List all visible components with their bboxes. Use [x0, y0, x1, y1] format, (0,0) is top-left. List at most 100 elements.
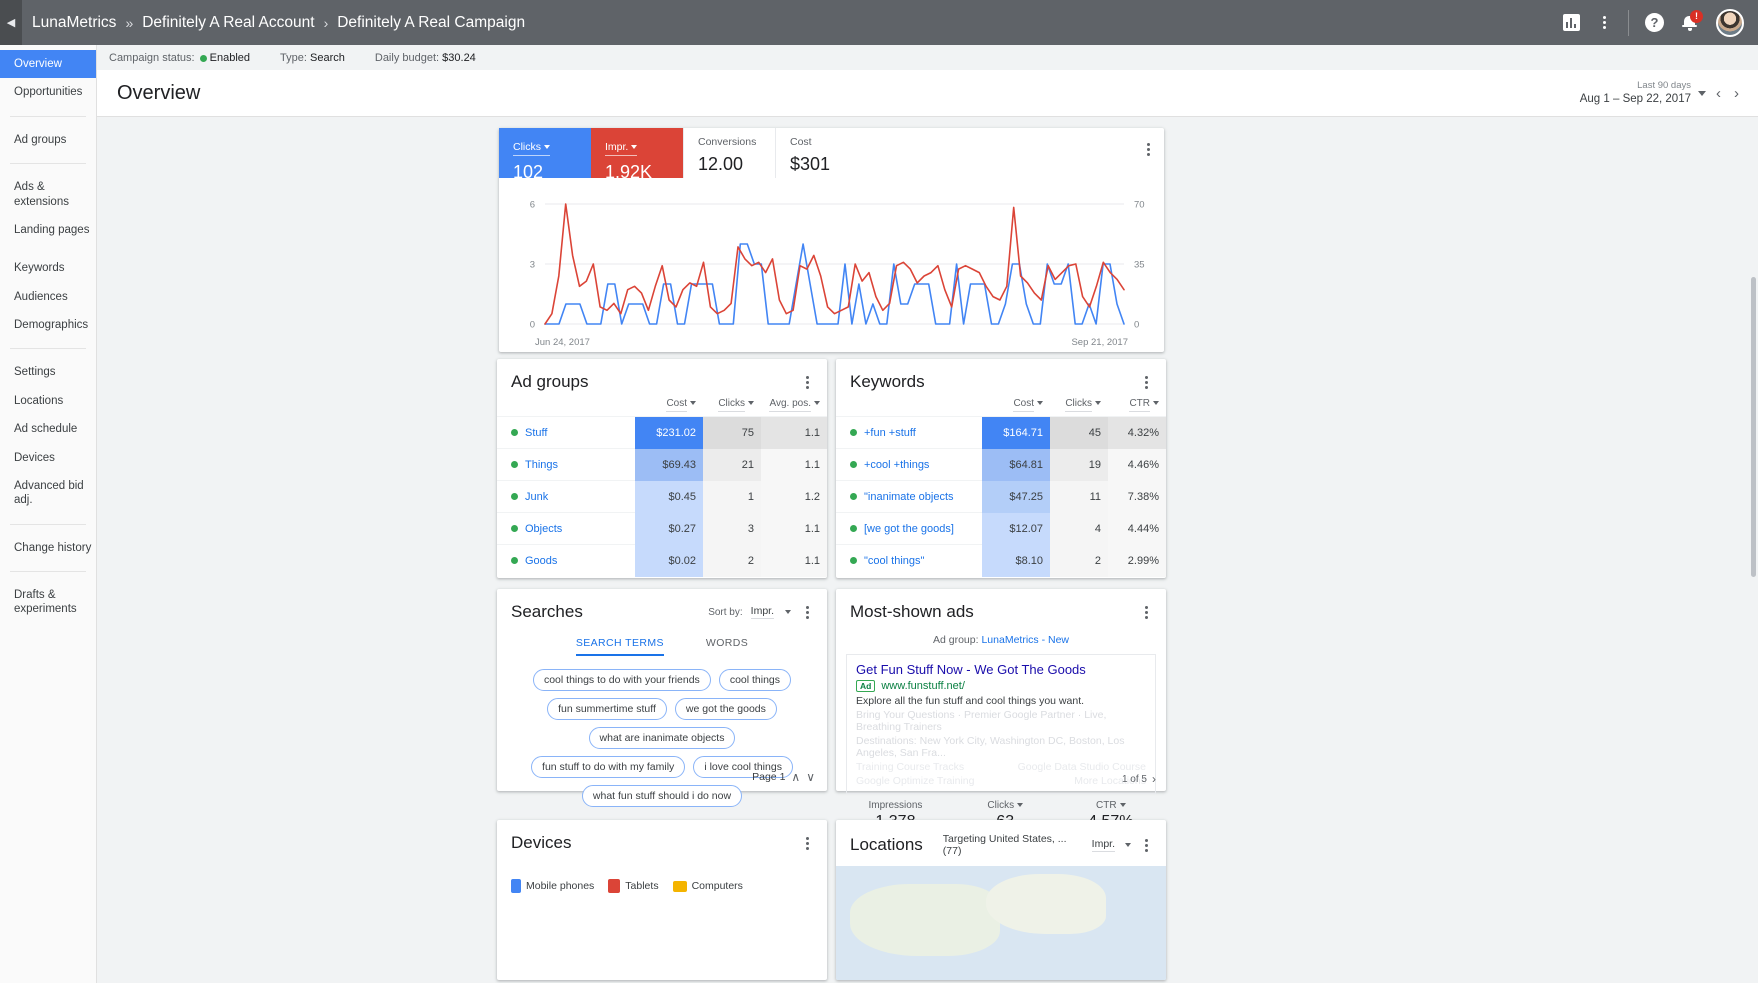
sidebar-item-settings[interactable]: Settings	[0, 358, 96, 386]
chevron-down-icon[interactable]	[631, 145, 638, 149]
sidebar-item-ad-schedule[interactable]: Ad schedule	[0, 415, 96, 443]
table-row[interactable]: "inanimate objects $47.25 11 7.38%	[836, 480, 1166, 513]
table-row[interactable]: [we got the goods] $12.07 4 4.44%	[836, 512, 1166, 545]
column-header-cost[interactable]: Cost	[1013, 398, 1034, 412]
column-header-clicks[interactable]: Clicks	[718, 398, 745, 412]
help-icon[interactable]: ?	[1645, 13, 1664, 32]
ad-headline[interactable]: Get Fun Stuff Now - We Got The Goods	[856, 662, 1146, 677]
chevron-down-icon[interactable]	[1153, 401, 1159, 405]
cell-cost: $69.43	[635, 448, 703, 481]
row-name-link[interactable]: +cool +things	[836, 459, 982, 471]
locations-metric-value[interactable]: Impr.	[1091, 838, 1115, 852]
sidebar-item-advanced-bid-adj[interactable]: Advanced bid adj.	[0, 472, 96, 515]
chevron-right-icon[interactable]: ›	[1152, 772, 1156, 786]
column-header-clicks[interactable]: Clicks	[1065, 398, 1092, 412]
date-next-button[interactable]: ›	[1731, 85, 1742, 102]
breadcrumb-account[interactable]: Definitely A Real Account	[142, 14, 314, 32]
chevron-down-icon[interactable]	[544, 145, 550, 149]
table-row[interactable]: Junk $0.45 1 1.2	[497, 480, 827, 513]
searches-sort-value[interactable]: Impr.	[750, 605, 774, 619]
row-name-link[interactable]: Objects	[497, 523, 635, 535]
table-row[interactable]: Stuff $231.02 75 1.1	[497, 416, 827, 449]
scorecard-clicks[interactable]: Clicks 102	[499, 128, 591, 182]
tab-words[interactable]: WORDS	[706, 637, 748, 656]
scorecard-cost[interactable]: Cost $301	[775, 128, 867, 178]
sidebar-item-ads-extensions[interactable]: Ads & extensions	[0, 173, 96, 216]
search-term-chip[interactable]: fun stuff to do with my family	[531, 756, 686, 778]
chevron-down-icon[interactable]	[814, 401, 820, 405]
chevron-down-icon[interactable]	[1119, 803, 1126, 807]
sidebar-item-locations[interactable]: Locations	[0, 387, 96, 415]
chevron-down-icon[interactable]	[748, 401, 754, 405]
sidebar-item-overview[interactable]: Overview	[0, 50, 96, 79]
dashboard-scroll-area[interactable]: Clicks 102 Impr. 1.92K Conversions 12.00…	[97, 117, 1758, 983]
row-name-link[interactable]: +fun +stuff	[836, 427, 982, 439]
ad-group-link[interactable]: LunaMetrics - New	[981, 634, 1069, 646]
sidebar-item-devices[interactable]: Devices	[0, 444, 96, 472]
chevron-down-icon[interactable]: ∨	[806, 770, 815, 784]
chevron-down-icon[interactable]	[1095, 401, 1101, 405]
ad-groups-options-menu[interactable]	[799, 373, 815, 391]
chart-options-menu[interactable]	[1140, 140, 1156, 158]
scorecard-conversions[interactable]: Conversions 12.00	[683, 128, 775, 178]
date-range-picker[interactable]: Last 90 days Aug 1 – Sep 22, 2017 ‹ ›	[1580, 80, 1742, 106]
locations-map[interactable]	[836, 866, 1166, 980]
account-avatar[interactable]	[1716, 8, 1744, 37]
daily-budget-value[interactable]: $30.24	[442, 52, 476, 64]
reports-chart-icon[interactable]	[1563, 14, 1580, 31]
sidebar-item-opportunities[interactable]: Opportunities	[0, 78, 96, 106]
chevron-down-icon[interactable]	[1037, 401, 1043, 405]
column-header-avg-pos[interactable]: Avg. pos.	[769, 398, 811, 412]
sidebar-item-drafts-experiments[interactable]: Drafts & experiments	[0, 581, 96, 624]
sidebar-item-demographics[interactable]: Demographics	[0, 311, 96, 339]
chevron-down-icon[interactable]	[1017, 803, 1024, 807]
column-header-cost[interactable]: Cost	[666, 398, 687, 412]
chevron-up-icon[interactable]: ∧	[791, 770, 800, 784]
breadcrumb-campaign[interactable]: Definitely A Real Campaign	[337, 14, 525, 32]
devices-options-menu[interactable]	[799, 834, 815, 852]
tab-search-terms[interactable]: SEARCH TERMS	[575, 637, 664, 656]
row-name-link[interactable]: "cool things"	[836, 555, 982, 567]
row-name-link[interactable]: Stuff	[497, 427, 635, 439]
chevron-down-icon[interactable]	[690, 401, 696, 405]
chevron-down-icon[interactable]	[785, 609, 791, 614]
sidebar-item-ad-groups[interactable]: Ad groups	[0, 126, 96, 154]
date-range-value[interactable]: Aug 1 – Sep 22, 2017	[1580, 92, 1691, 106]
table-row[interactable]: Objects $0.27 3 1.1	[497, 512, 827, 545]
search-term-chip[interactable]: we got the goods	[674, 698, 777, 720]
column-header-ctr[interactable]: CTR	[1129, 398, 1150, 412]
search-term-chip[interactable]: what are inanimate objects	[588, 727, 736, 749]
search-term-chip[interactable]: what fun stuff should i do now	[581, 785, 743, 807]
chevron-down-icon[interactable]	[1698, 90, 1706, 96]
sidebar-item-change-history[interactable]: Change history	[0, 534, 96, 562]
search-term-chip[interactable]: fun summertime stuff	[547, 698, 667, 720]
most-shown-ads-options-menu[interactable]	[1138, 603, 1154, 621]
breadcrumb-account-root[interactable]: LunaMetrics	[32, 14, 116, 32]
sidebar-item-audiences[interactable]: Audiences	[0, 283, 96, 311]
sidebar-item-landing-pages[interactable]: Landing pages	[0, 216, 96, 244]
tools-menu-icon[interactable]	[1596, 14, 1612, 32]
date-prev-button[interactable]: ‹	[1713, 85, 1724, 102]
row-name-link[interactable]: "inanimate objects	[836, 491, 982, 503]
searches-options-menu[interactable]	[799, 603, 815, 621]
sidebar-item-keywords[interactable]: Keywords	[0, 254, 96, 282]
sidebar-collapse-button[interactable]: ◀	[0, 0, 22, 45]
table-row[interactable]: "cool things" $8.10 2 2.99%	[836, 544, 1166, 577]
row-name-link[interactable]: Goods	[497, 555, 635, 567]
notifications-bell-icon[interactable]: !	[1680, 9, 1703, 33]
table-row[interactable]: +cool +things $64.81 19 4.46%	[836, 448, 1166, 481]
scorecard-impressions[interactable]: Impr. 1.92K	[591, 128, 683, 182]
row-name-link[interactable]: Things	[497, 459, 635, 471]
campaign-type-label: Type:	[280, 51, 307, 64]
search-term-chip[interactable]: cool things	[718, 669, 792, 691]
table-row[interactable]: Things $69.43 21 1.1	[497, 448, 827, 481]
table-row[interactable]: +fun +stuff $164.71 45 4.32%	[836, 416, 1166, 449]
search-term-chip[interactable]: cool things to do with your friends	[532, 669, 711, 691]
row-name-link[interactable]: Junk	[497, 491, 635, 503]
locations-options-menu[interactable]	[1138, 836, 1154, 854]
vertical-scrollbar[interactable]	[1751, 277, 1756, 577]
row-name-link[interactable]: [we got the goods]	[836, 523, 982, 535]
table-row[interactable]: Goods $0.02 2 1.1	[497, 544, 827, 577]
keywords-options-menu[interactable]	[1138, 373, 1154, 391]
chevron-down-icon[interactable]	[1125, 842, 1131, 847]
